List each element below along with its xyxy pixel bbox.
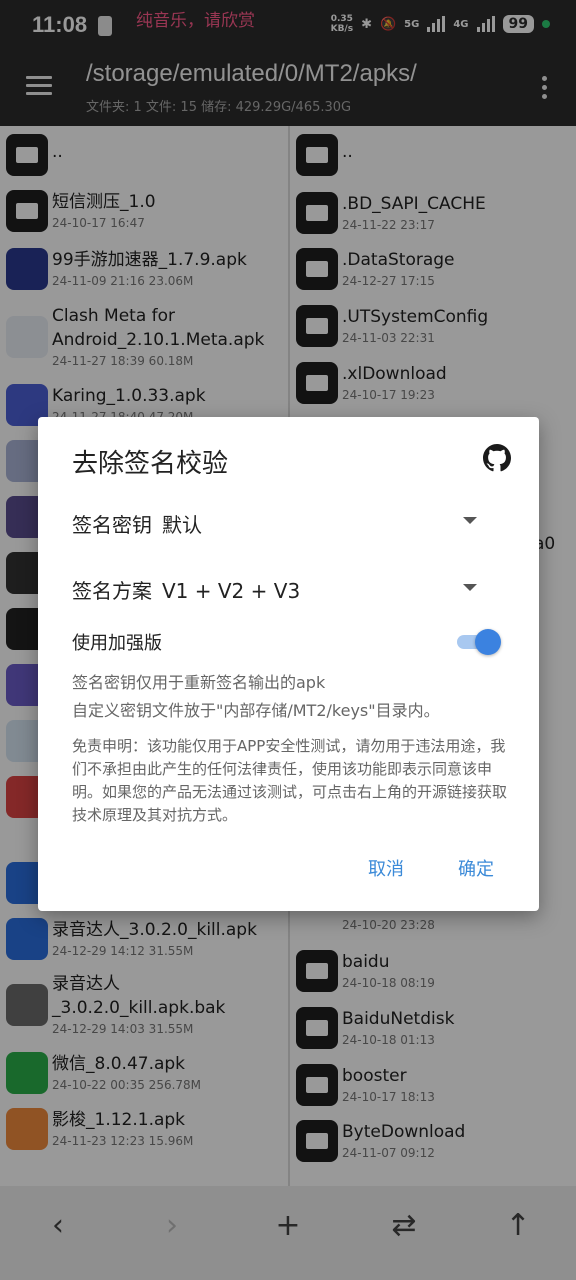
signing-scheme-select[interactable]: 签名方案 V1 + V2 + V3	[72, 575, 300, 604]
key-hint: 签名密钥仅用于重新签名输出的apk	[72, 673, 326, 692]
enhanced-toggle[interactable]	[457, 629, 501, 655]
disclaimer-text: 免责申明：该功能仅用于APP安全性测试，请勿用于违法用途，我们不承担由此产生的任…	[72, 737, 508, 824]
signing-key-label: 签名密钥	[72, 513, 152, 537]
chevron-down-icon[interactable]	[463, 517, 477, 524]
cancel-button[interactable]: 取消	[368, 855, 404, 881]
signing-scheme-value: V1 + V2 + V3	[162, 579, 301, 603]
key-path-hint: 自定义密钥文件放于"内部存储/MT2/keys"目录内。	[72, 701, 440, 720]
signing-key-select[interactable]: 签名密钥 默认	[72, 509, 202, 538]
dialog-title: 去除签名校验	[72, 449, 229, 479]
chevron-down-icon[interactable]	[463, 584, 477, 591]
remove-signature-dialog: 去除签名校验 签名密钥 默认 签名方案 V1 + V2 + V3 使用加强版 签名密…	[38, 417, 539, 911]
enhanced-label: 使用加强版	[72, 633, 162, 654]
signing-scheme-label: 签名方案	[72, 579, 152, 603]
github-icon[interactable]	[483, 444, 511, 472]
confirm-button[interactable]: 确定	[458, 855, 494, 881]
signing-key-value: 默认	[162, 513, 202, 537]
